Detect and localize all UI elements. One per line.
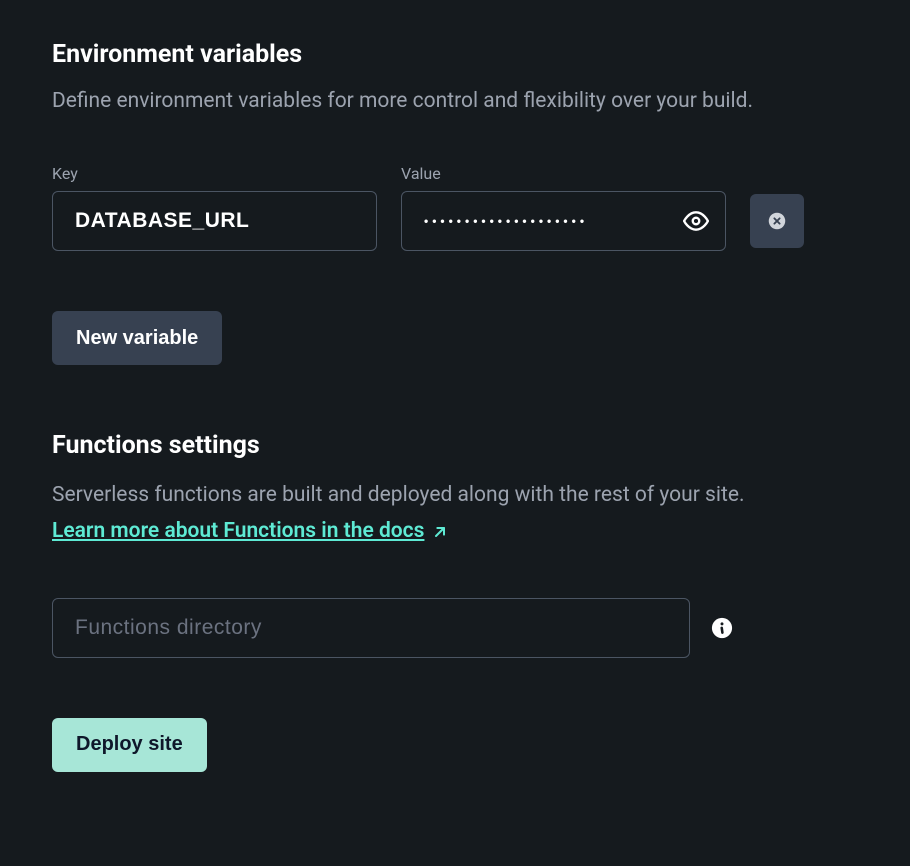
key-label: Key (52, 164, 377, 183)
functions-directory-info[interactable] (710, 616, 734, 640)
value-field-group: Value (401, 164, 726, 251)
functions-description-block: Serverless functions are built and deplo… (52, 478, 858, 549)
toggle-visibility-button[interactable] (680, 205, 712, 237)
remove-icon (768, 212, 786, 230)
functions-directory-row (52, 598, 858, 658)
env-variable-row: Key Value (52, 164, 858, 251)
functions-title: Functions settings (52, 431, 858, 460)
env-variables-section: Environment variables Define environment… (52, 40, 858, 365)
info-icon (711, 617, 733, 639)
functions-section: Functions settings Serverless functions … (52, 431, 858, 771)
functions-directory-input[interactable] (52, 598, 690, 658)
external-link-icon (432, 524, 448, 540)
value-label: Value (401, 164, 726, 183)
remove-variable-button[interactable] (750, 194, 804, 248)
deploy-site-button[interactable]: Deploy site (52, 718, 207, 772)
env-variables-title: Environment variables (52, 40, 858, 69)
functions-docs-link-text: Learn more about Functions in the docs (52, 514, 424, 550)
functions-docs-link[interactable]: Learn more about Functions in the docs (52, 514, 448, 550)
key-field-group: Key (52, 164, 377, 251)
new-variable-button[interactable]: New variable (52, 311, 222, 365)
env-key-input[interactable] (52, 191, 377, 251)
env-variables-description: Define environment variables for more co… (52, 87, 858, 116)
functions-description: Serverless functions are built and deplo… (52, 483, 745, 507)
env-value-input[interactable] (401, 191, 726, 251)
eye-icon (683, 208, 709, 234)
